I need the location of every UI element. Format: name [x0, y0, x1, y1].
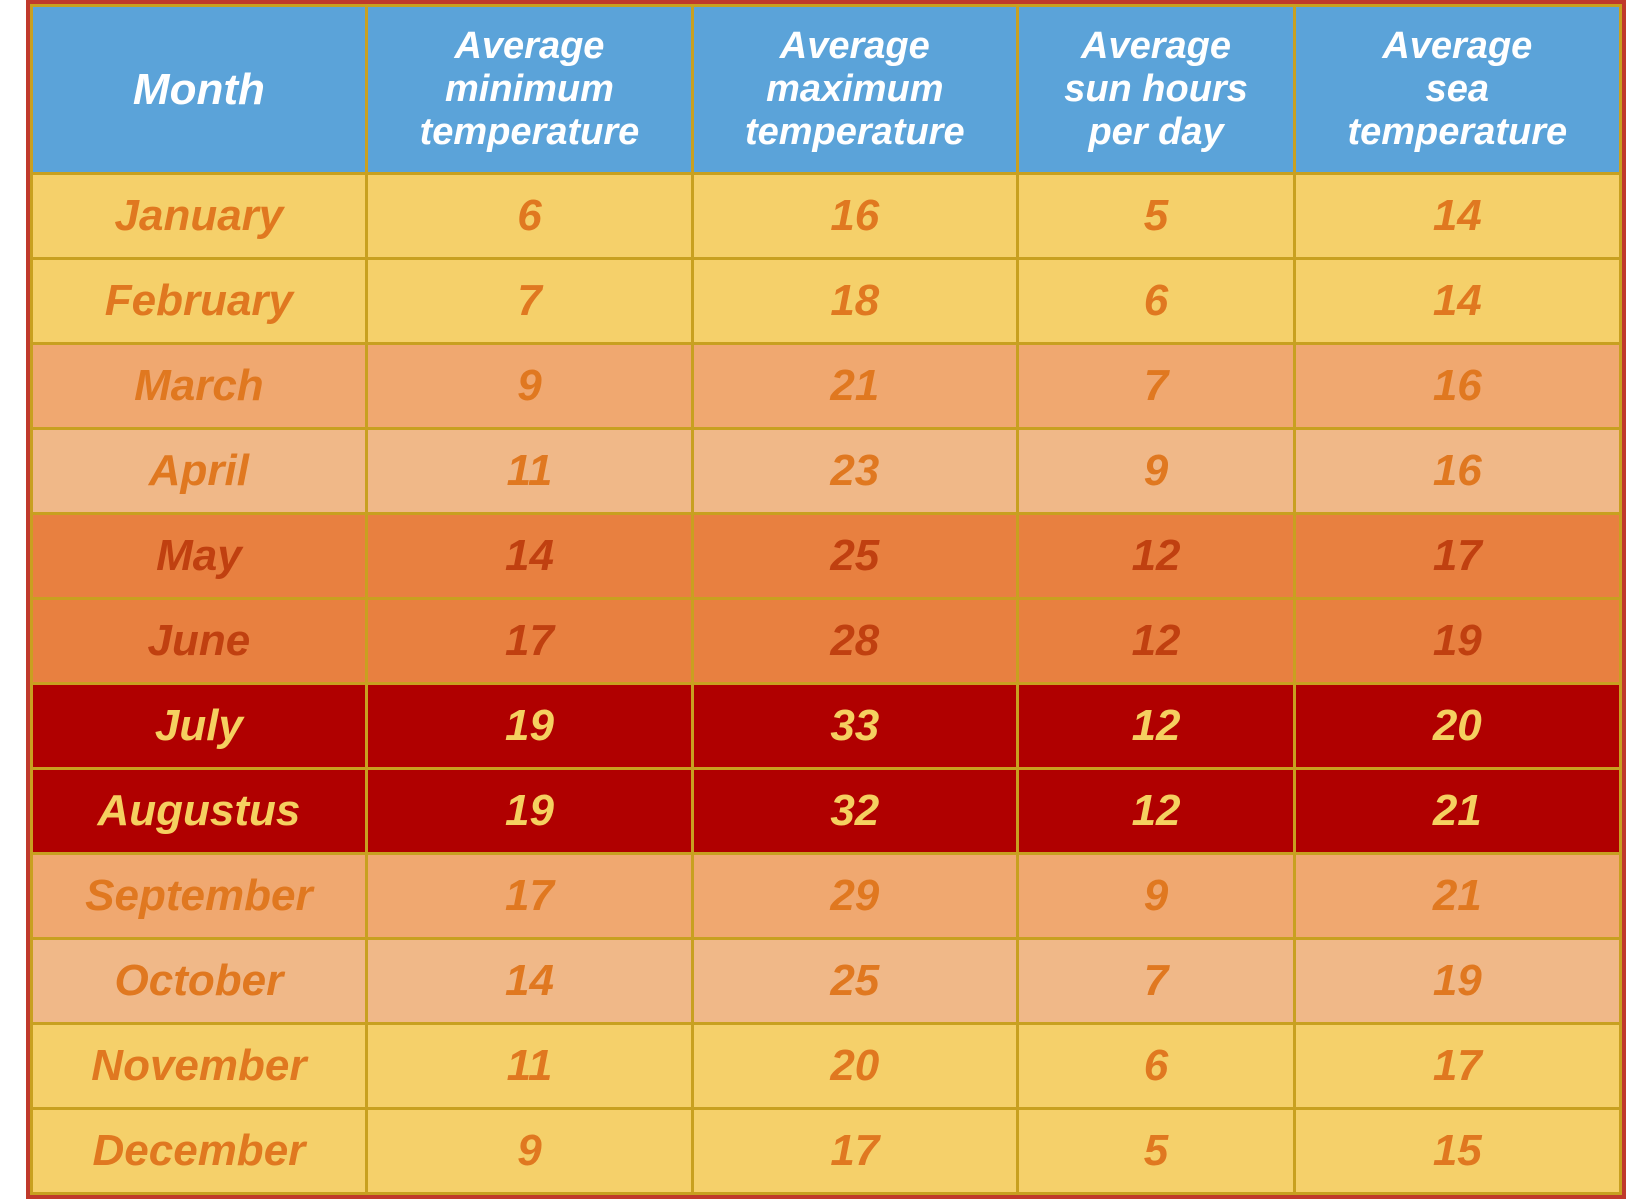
- row-march: March921716: [31, 344, 1620, 429]
- row-augustus: Augustus19321221: [31, 769, 1620, 854]
- min-temp-cell: 11: [367, 1024, 692, 1109]
- climate-table-wrapper: Month Average minimum temperature Averag…: [26, 0, 1626, 1199]
- sea-cell: 15: [1295, 1109, 1620, 1194]
- row-july: July19331220: [31, 684, 1620, 769]
- max-temp-cell: 17: [692, 1109, 1017, 1194]
- min-temp-cell: 17: [367, 599, 692, 684]
- header-row: Month Average minimum temperature Averag…: [31, 6, 1620, 174]
- max-temp-cell: 25: [692, 514, 1017, 599]
- sea-cell: 21: [1295, 854, 1620, 939]
- header-min-temp: Average minimum temperature: [367, 6, 692, 174]
- month-cell: September: [31, 854, 367, 939]
- max-temp-cell: 16: [692, 174, 1017, 259]
- min-temp-cell: 17: [367, 854, 692, 939]
- month-cell: March: [31, 344, 367, 429]
- row-june: June17281219: [31, 599, 1620, 684]
- sun-cell: 6: [1017, 259, 1294, 344]
- sun-cell: 9: [1017, 854, 1294, 939]
- sea-cell: 14: [1295, 174, 1620, 259]
- month-cell: November: [31, 1024, 367, 1109]
- min-temp-cell: 14: [367, 939, 692, 1024]
- max-temp-cell: 20: [692, 1024, 1017, 1109]
- header-max-temp: Average maximum temperature: [692, 6, 1017, 174]
- sea-cell: 17: [1295, 514, 1620, 599]
- max-temp-cell: 23: [692, 429, 1017, 514]
- month-cell: May: [31, 514, 367, 599]
- month-cell: December: [31, 1109, 367, 1194]
- min-temp-cell: 9: [367, 344, 692, 429]
- sea-cell: 21: [1295, 769, 1620, 854]
- row-november: November1120617: [31, 1024, 1620, 1109]
- row-december: December917515: [31, 1109, 1620, 1194]
- max-temp-cell: 21: [692, 344, 1017, 429]
- sun-cell: 12: [1017, 684, 1294, 769]
- row-september: September1729921: [31, 854, 1620, 939]
- max-temp-cell: 33: [692, 684, 1017, 769]
- month-cell: February: [31, 259, 367, 344]
- sun-cell: 12: [1017, 514, 1294, 599]
- sun-cell: 5: [1017, 174, 1294, 259]
- sun-cell: 12: [1017, 769, 1294, 854]
- max-temp-cell: 29: [692, 854, 1017, 939]
- month-cell: October: [31, 939, 367, 1024]
- sun-cell: 5: [1017, 1109, 1294, 1194]
- max-temp-cell: 18: [692, 259, 1017, 344]
- sea-cell: 19: [1295, 939, 1620, 1024]
- sea-cell: 14: [1295, 259, 1620, 344]
- min-temp-cell: 19: [367, 684, 692, 769]
- sun-cell: 9: [1017, 429, 1294, 514]
- sun-cell: 7: [1017, 939, 1294, 1024]
- header-month: Month: [31, 6, 367, 174]
- min-temp-cell: 7: [367, 259, 692, 344]
- min-temp-cell: 9: [367, 1109, 692, 1194]
- month-cell: April: [31, 429, 367, 514]
- row-january: January616514: [31, 174, 1620, 259]
- header-sun-hours: Average sun hours per day: [1017, 6, 1294, 174]
- month-cell: June: [31, 599, 367, 684]
- min-temp-cell: 19: [367, 769, 692, 854]
- max-temp-cell: 32: [692, 769, 1017, 854]
- header-sea-temp: Average sea temperature: [1295, 6, 1620, 174]
- sun-cell: 6: [1017, 1024, 1294, 1109]
- sea-cell: 16: [1295, 429, 1620, 514]
- sea-cell: 20: [1295, 684, 1620, 769]
- sun-cell: 7: [1017, 344, 1294, 429]
- row-april: April1123916: [31, 429, 1620, 514]
- min-temp-cell: 6: [367, 174, 692, 259]
- row-october: October1425719: [31, 939, 1620, 1024]
- min-temp-cell: 14: [367, 514, 692, 599]
- row-may: May14251217: [31, 514, 1620, 599]
- month-cell: Augustus: [31, 769, 367, 854]
- max-temp-cell: 25: [692, 939, 1017, 1024]
- sea-cell: 17: [1295, 1024, 1620, 1109]
- sea-cell: 19: [1295, 599, 1620, 684]
- month-cell: January: [31, 174, 367, 259]
- row-february: February718614: [31, 259, 1620, 344]
- max-temp-cell: 28: [692, 599, 1017, 684]
- sea-cell: 16: [1295, 344, 1620, 429]
- min-temp-cell: 11: [367, 429, 692, 514]
- climate-table: Month Average minimum temperature Averag…: [30, 4, 1622, 1195]
- month-cell: July: [31, 684, 367, 769]
- sun-cell: 12: [1017, 599, 1294, 684]
